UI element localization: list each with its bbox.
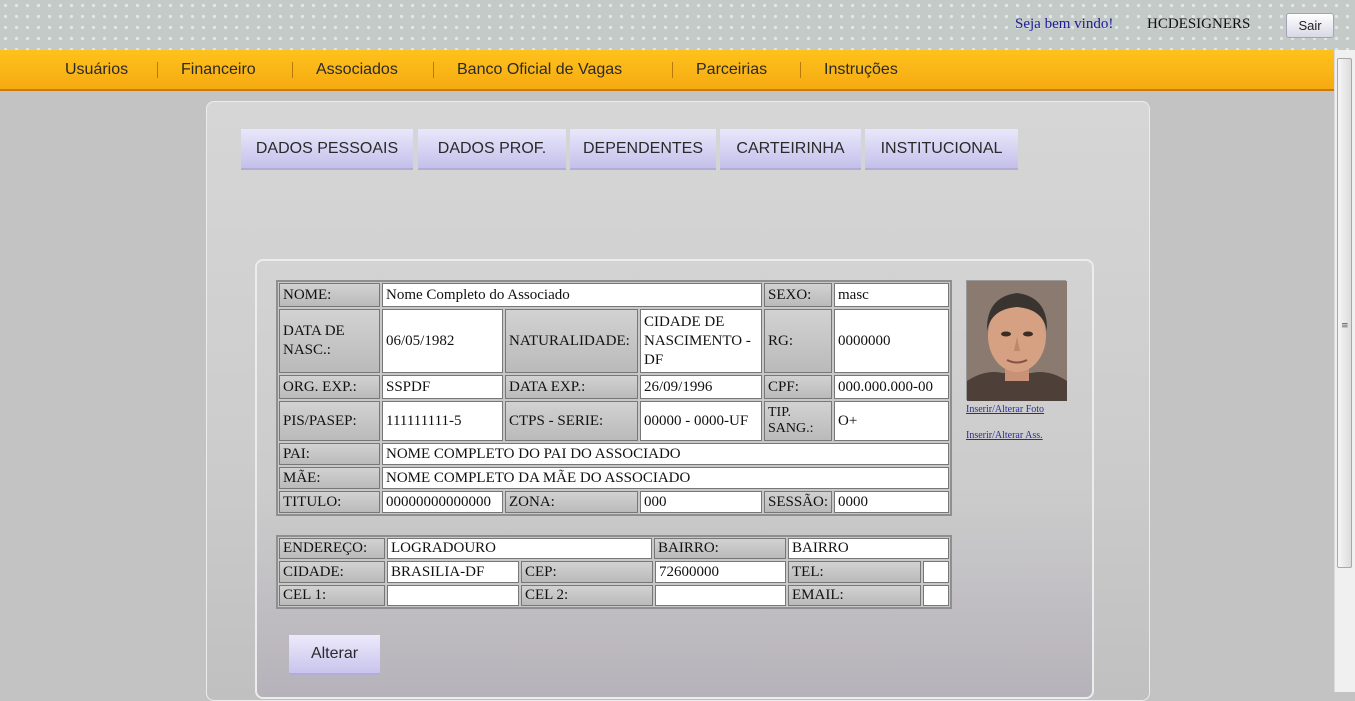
menu-item-banco-vagas[interactable]: Banco Oficial de Vagas — [457, 61, 622, 79]
label-bairro: BAIRRO: — [654, 538, 786, 559]
field-sessao[interactable]: 0000 — [834, 491, 949, 513]
label-titulo: TITULO: — [279, 491, 380, 513]
change-signature-link[interactable]: Inserir/Alterar Ass. — [966, 430, 1043, 441]
field-nome[interactable]: Nome Completo do Associado — [382, 283, 762, 307]
logout-button[interactable]: Sair — [1286, 13, 1334, 38]
menu-item-associados[interactable]: Associados — [316, 61, 398, 79]
field-sexo[interactable]: masc — [834, 283, 949, 307]
label-pai: PAI: — [279, 443, 380, 465]
label-sessao: SESSÃO: — [764, 491, 832, 513]
label-cidade: CIDADE: — [279, 561, 385, 583]
scroll-grip-icon: ≡ — [1341, 321, 1349, 331]
label-zona: ZONA: — [505, 491, 638, 513]
field-titulo[interactable]: 00000000000000 — [382, 491, 503, 513]
top-bar: Seja bem vindo! HCDESIGNERS Sair — [0, 0, 1355, 50]
tab-institucional[interactable]: INSTITUCIONAL — [865, 129, 1018, 170]
menu-separator — [157, 62, 158, 78]
page-scrollbar[interactable]: ≡ — [1334, 50, 1355, 692]
menu-separator — [292, 62, 293, 78]
field-pis-pasep[interactable]: 111111111-5 — [382, 401, 503, 441]
menu-item-financeiro[interactable]: Financeiro — [181, 61, 256, 79]
field-tip-sang[interactable]: O+ — [834, 401, 949, 441]
field-cidade[interactable]: BRASILIA-DF — [387, 561, 519, 583]
field-endereco[interactable]: LOGRADOURO — [387, 538, 652, 559]
label-cel2: CEL 2: — [521, 585, 653, 606]
field-pai[interactable]: NOME COMPLETO DO PAI DO ASSOCIADO — [382, 443, 949, 465]
label-endereco: ENDEREÇO: — [279, 538, 385, 559]
field-tel[interactable] — [923, 561, 949, 583]
menu-item-instrucoes[interactable]: Instruções — [824, 61, 898, 79]
tab-dados-prof[interactable]: DADOS PROF. — [418, 129, 566, 170]
tab-dependentes[interactable]: DEPENDENTES — [570, 129, 716, 170]
tab-dados-pessoais[interactable]: DADOS PESSOAIS — [241, 129, 413, 170]
menu-separator — [800, 62, 801, 78]
label-cep: CEP: — [521, 561, 653, 583]
menu-separator — [672, 62, 673, 78]
tab-carteirinha[interactable]: CARTEIRINHA — [720, 129, 861, 170]
label-data-nasc: DATA DE NASC.: — [279, 309, 380, 373]
label-tip-sang: TIP. SANG.: — [764, 401, 832, 441]
label-data-exp: DATA EXP.: — [505, 375, 638, 399]
welcome-text: Seja bem vindo! — [1015, 16, 1114, 32]
label-rg: RG: — [764, 309, 832, 373]
field-data-nasc[interactable]: 06/05/1982 — [382, 309, 503, 373]
menu-separator — [433, 62, 434, 78]
menu-item-parceirias[interactable]: Parceirias — [696, 61, 767, 79]
field-cel2[interactable] — [655, 585, 786, 606]
field-naturalidade[interactable]: CIDADE DE NASCIMENTO - DF — [640, 309, 762, 373]
label-tel: TEL: — [788, 561, 921, 583]
label-cpf: CPF: — [764, 375, 832, 399]
menu-item-usuarios[interactable]: Usuários — [65, 61, 128, 79]
label-email: EMAIL: — [788, 585, 921, 606]
field-zona[interactable]: 000 — [640, 491, 762, 513]
main-menu: Usuários Financeiro Associados Banco Ofi… — [0, 50, 1355, 91]
label-naturalidade: NATURALIDADE: — [505, 309, 638, 373]
field-data-exp[interactable]: 26/09/1996 — [640, 375, 762, 399]
label-sexo: SEXO: — [764, 283, 832, 307]
field-ctps[interactable]: 00000 - 0000-UF — [640, 401, 762, 441]
field-rg[interactable]: 0000000 — [834, 309, 949, 373]
label-cel1: CEL 1: — [279, 585, 385, 606]
scroll-thumb[interactable]: ≡ — [1337, 58, 1352, 568]
label-ctps: CTPS - SERIE: — [505, 401, 638, 441]
label-nome: NOME: — [279, 283, 380, 307]
label-mae: MÃE: — [279, 467, 380, 489]
field-bairro[interactable]: BAIRRO — [788, 538, 949, 559]
username-label: HCDESIGNERS — [1147, 16, 1251, 32]
change-photo-link[interactable]: Inserir/Alterar Foto — [966, 404, 1044, 415]
label-org-exp: ORG. EXP.: — [279, 375, 380, 399]
field-mae[interactable]: NOME COMPLETO DA MÃE DO ASSOCIADO — [382, 467, 949, 489]
field-cep[interactable]: 72600000 — [655, 561, 786, 583]
member-photo — [966, 280, 1067, 401]
field-email[interactable] — [923, 585, 949, 606]
field-cpf[interactable]: 000.000.000-00 — [834, 375, 949, 399]
field-org-exp[interactable]: SSPDF — [382, 375, 503, 399]
field-cel1[interactable] — [387, 585, 519, 606]
label-pis-pasep: PIS/PASEP: — [279, 401, 380, 441]
save-button[interactable]: Alterar — [289, 635, 380, 675]
